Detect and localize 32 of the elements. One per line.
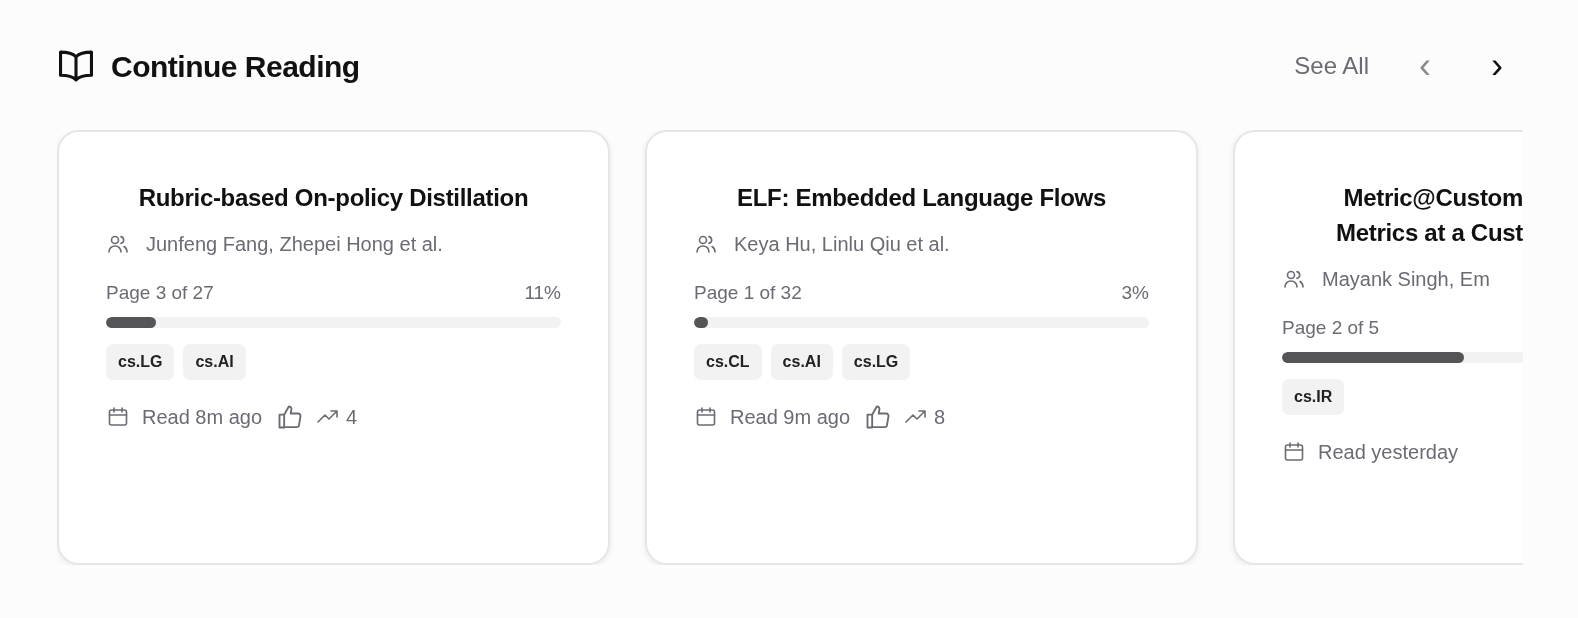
category-tag[interactable]: cs.LG <box>841 343 911 380</box>
category-tag[interactable]: cs.LG <box>106 343 175 380</box>
category-tag[interactable]: cs.IR <box>1282 378 1345 415</box>
book-icon <box>57 49 95 83</box>
read-time-text: Read 8m ago <box>142 404 263 430</box>
read-time-text: Read yesterday <box>1318 439 1459 465</box>
paper-card[interactable]: Rubric-based On-policy Distillation Junfeng Fang, Zhepei Hong et al. Page 3 of 27 11% cs.LG cs.AI Read 8m ago 4 <box>57 130 610 565</box>
calendar-icon <box>1282 439 1306 464</box>
see-all-link[interactable]: See All <box>1294 48 1369 84</box>
calendar-icon <box>694 404 718 429</box>
page-progress-text: Page 3 of 27 <box>106 281 214 305</box>
authors-text: Junfeng Fang, Zhepei Hong et al. <box>146 232 443 257</box>
read-time-text: Read 9m ago <box>730 404 851 430</box>
count-text: 4 <box>346 404 358 430</box>
paper-title: Metric@Custom Metrics at a Cust <box>1335 183 1523 248</box>
percent-text: 11% <box>524 281 561 305</box>
authors-text: Mayank Singh, Em <box>1322 267 1490 292</box>
section-title: Continue Reading <box>111 48 360 85</box>
calendar-icon <box>106 404 130 429</box>
percent-text: 3% <box>1121 281 1149 305</box>
category-tag[interactable]: cs.AI <box>183 343 246 380</box>
paper-card[interactable]: Metric@Custom Metrics at a Cust Mayank Singh, Em Page 2 of 5 cs.IR Read yesterday <box>1233 130 1523 565</box>
category-tag[interactable]: cs.CL <box>694 343 762 380</box>
page-progress-text: Page 1 of 32 <box>694 281 802 305</box>
paper-title: ELF: Embedded Language Flows <box>736 183 1107 213</box>
paper-title: Rubric-based On-policy Distillation <box>137 183 530 213</box>
page-progress-text: Page 2 of 5 <box>1282 316 1380 340</box>
next-button[interactable]: › <box>1485 48 1509 84</box>
category-tag[interactable]: cs.AI <box>770 343 833 380</box>
paper-card[interactable]: ELF: Embedded Language Flows Keya Hu, Linlu Qiu et al. Page 1 of 32 3% cs.CL cs.AI cs.LG Read 9m ago 8 <box>645 130 1198 565</box>
authors-text: Keya Hu, Linlu Qiu et al. <box>734 232 950 257</box>
count-text: 8 <box>934 404 946 430</box>
